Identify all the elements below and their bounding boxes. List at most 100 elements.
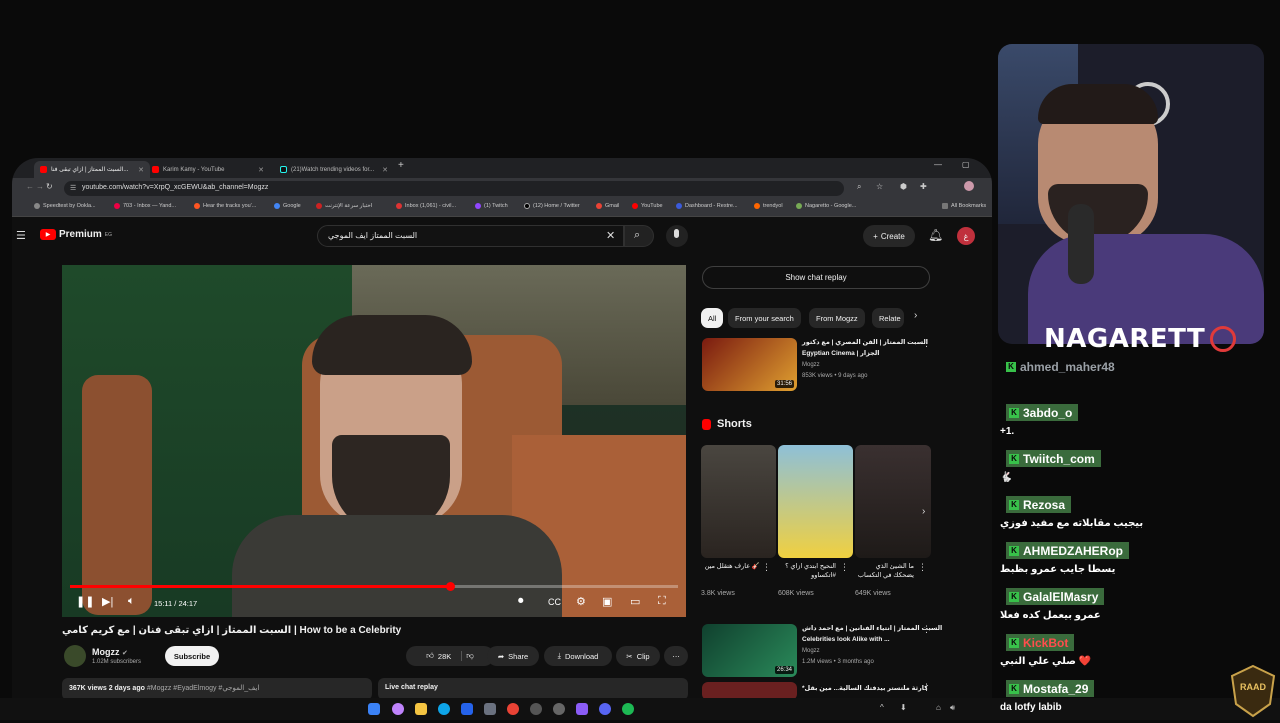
- video-player[interactable]: ❚❚ ▶| 🔈︎ 15:11 / 24:17 ⏺ CC ⚙ ▣ ▭ ⛶: [62, 265, 686, 617]
- short-thumbnail[interactable]: [701, 445, 776, 558]
- like-button[interactable]: 👍︎ 28K: [426, 651, 463, 661]
- app-icon[interactable]: [553, 703, 565, 715]
- related-title[interactable]: Egyptian Cinema | الجزار: [802, 349, 880, 358]
- bookmark-item[interactable]: (12) Home / Twitter: [524, 203, 580, 209]
- extension-icon[interactable]: ⬢: [900, 182, 907, 191]
- description-box[interactable]: 367K views 2 days ago #Mogzz #EyadElmogy…: [62, 678, 372, 700]
- bookmark-item[interactable]: Speedtest by Ookla...: [34, 203, 96, 209]
- more-vert-icon[interactable]: ⋮: [922, 338, 931, 349]
- subscribe-button[interactable]: Subscribe: [165, 646, 219, 666]
- clear-search-icon[interactable]: ✕: [606, 229, 615, 242]
- clip-button[interactable]: ✂ Clip: [616, 646, 660, 666]
- miniplayer-icon[interactable]: ▣: [602, 595, 612, 608]
- voice-search-button[interactable]: [666, 225, 688, 247]
- chat-username[interactable]: K GalalElMasry: [1006, 588, 1105, 605]
- all-bookmarks[interactable]: All Bookmarks: [942, 203, 986, 209]
- app-icon[interactable]: [530, 703, 542, 715]
- volume-icon[interactable]: 🔈︎: [128, 595, 135, 608]
- dislike-button[interactable]: 👎︎: [466, 651, 474, 661]
- tab-karim-kamy[interactable]: Karim Kamy - YouTube ✕: [146, 161, 270, 178]
- maximize-button[interactable]: ▢: [962, 160, 970, 169]
- bookmark-item[interactable]: Gmail: [596, 203, 619, 209]
- bookmark-item[interactable]: Hear the tracks you'...: [194, 203, 256, 209]
- puzzle-icon[interactable]: ✚: [920, 182, 927, 191]
- profile-avatar[interactable]: [964, 181, 974, 191]
- short-title[interactable]: النحيح ابتدي ازاي ؟ #اتكساوو: [776, 562, 836, 580]
- close-tab-icon[interactable]: ✕: [138, 166, 144, 174]
- bookmark-star-icon[interactable]: ☆: [876, 182, 883, 191]
- chat-username[interactable]: K Mostafa_29: [1006, 680, 1095, 697]
- create-button[interactable]: + Create: [863, 225, 915, 247]
- autoplay-toggle[interactable]: ⏺: [518, 595, 524, 608]
- chat-username[interactable]: K AHMEDZAHERop: [1006, 542, 1129, 559]
- show-chat-replay-button[interactable]: Show chat replay: [702, 266, 930, 289]
- start-icon[interactable]: [368, 703, 380, 715]
- chip-all[interactable]: All: [701, 308, 724, 328]
- short-thumbnail[interactable]: [778, 445, 853, 558]
- tray-icon[interactable]: ⬇: [900, 703, 907, 712]
- bookmark-item[interactable]: Inbox (1,061) - civil...: [396, 203, 456, 209]
- channel-name[interactable]: Mogzz ✔: [92, 647, 128, 657]
- search-button[interactable]: ⌕: [624, 225, 654, 247]
- chrome-icon[interactable]: [507, 703, 519, 715]
- new-tab-button[interactable]: +: [398, 160, 404, 171]
- app-icon[interactable]: [576, 703, 588, 715]
- progress-bar[interactable]: [70, 582, 678, 591]
- chevron-right-icon[interactable]: ›: [922, 506, 925, 517]
- chip-from-your-search[interactable]: From your search: [728, 308, 801, 328]
- related-title[interactable]: *كارثة ملتستر بيدفتك السالية... مين بقل: [802, 684, 928, 693]
- bookmark-item[interactable]: YouTube: [632, 203, 663, 209]
- speaker-icon[interactable]: 🔊︎: [950, 703, 955, 713]
- more-vert-icon[interactable]: ⋮: [918, 562, 927, 573]
- bookmark-item[interactable]: اختبار سرعة الإنترنت: [316, 203, 372, 209]
- youtube-logo[interactable]: ▶ Premium EG: [40, 229, 112, 240]
- spotify-icon[interactable]: [622, 703, 634, 715]
- chevron-right-icon[interactable]: ›: [914, 310, 917, 321]
- chat-username[interactable]: K KickBot: [1006, 634, 1075, 651]
- chat-username[interactable]: K 3abdo_o: [1006, 404, 1079, 421]
- tray-chevron-icon[interactable]: ^: [880, 703, 884, 712]
- bookmark-item[interactable]: (1) Twitch: [475, 203, 508, 209]
- minimize-button[interactable]: —: [934, 160, 942, 169]
- bookmark-item[interactable]: 703 - Inbox — Yand...: [114, 203, 176, 209]
- bookmark-item[interactable]: trendyol: [754, 203, 783, 209]
- chat-username[interactable]: K Rezosa: [1006, 496, 1072, 513]
- fullscreen-icon[interactable]: ⛶: [658, 595, 666, 608]
- more-vert-icon[interactable]: ⋮: [922, 682, 931, 693]
- site-info-icon[interactable]: ☰: [70, 184, 76, 192]
- related-channel[interactable]: Mogzz: [802, 362, 820, 368]
- discord-icon[interactable]: [599, 703, 611, 715]
- forward-icon[interactable]: →: [36, 182, 44, 191]
- bookmark-item[interactable]: Dashboard - Restre...: [676, 203, 738, 209]
- settings-gear-icon[interactable]: ⚙: [576, 595, 586, 608]
- network-icon[interactable]: ⌂: [936, 703, 941, 712]
- close-tab-icon[interactable]: ✕: [382, 166, 388, 174]
- pause-icon[interactable]: ❚❚: [76, 595, 94, 608]
- search-input[interactable]: السبت الممتاز ايف الموجي: [317, 225, 624, 247]
- channel-avatar[interactable]: [64, 645, 86, 667]
- app-icon[interactable]: [484, 703, 496, 715]
- related-title[interactable]: Celebrities look Alike with ...: [802, 635, 890, 644]
- chat-username[interactable]: K Twiitch_com: [1006, 450, 1101, 467]
- back-icon[interactable]: ←: [26, 182, 34, 191]
- short-thumbnail[interactable]: [855, 445, 931, 558]
- related-channel[interactable]: Mogzz: [802, 648, 820, 654]
- outlook-icon[interactable]: [461, 703, 473, 715]
- short-title[interactable]: ما الشيئ الذي يضحكك في التكساب: [854, 562, 914, 580]
- more-vert-icon[interactable]: ⋮: [762, 562, 771, 573]
- tab-active-video[interactable]: السبت الممتاز | ازاي تبقى فنا... ✕: [34, 161, 150, 178]
- more-vert-icon[interactable]: ⋮: [922, 624, 931, 635]
- reload-icon[interactable]: ↻: [46, 182, 53, 191]
- progress-scrubber[interactable]: [446, 582, 455, 591]
- theater-mode-icon[interactable]: ▭: [630, 595, 640, 608]
- close-tab-icon[interactable]: ✕: [258, 166, 264, 174]
- chip-related[interactable]: Relate: [872, 308, 904, 328]
- short-title[interactable]: عارف هتقلل مين 🎸: [700, 562, 760, 571]
- download-button[interactable]: ⤓ Download: [544, 646, 612, 666]
- menu-icon[interactable]: ☰: [16, 229, 26, 242]
- more-vert-icon[interactable]: ⋮: [840, 562, 849, 573]
- related-title[interactable]: السبت الممتاز | الفن المصري | مع دكتور: [802, 338, 928, 347]
- copilot-icon[interactable]: [392, 703, 404, 715]
- edge-icon[interactable]: [438, 703, 450, 715]
- next-icon[interactable]: ▶|: [102, 595, 113, 608]
